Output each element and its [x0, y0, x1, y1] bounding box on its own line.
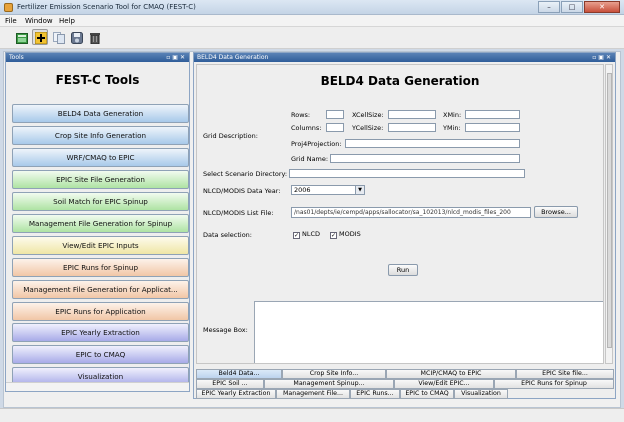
maximize-button[interactable]: □ [561, 1, 583, 13]
data-year-label: NLCD/MODIS Data Year: [203, 187, 281, 195]
add-icon [34, 31, 48, 45]
save-icon [71, 32, 83, 44]
tool-soil-match[interactable]: Soil Match for EPIC Spinup [12, 192, 189, 211]
rows-input[interactable] [326, 110, 344, 119]
beld4-panel-title: BELD4 Data Generation [197, 54, 269, 61]
tool-crop-site-info[interactable]: Crop Site Info Generation [12, 126, 189, 145]
modis-label: MODIS [339, 230, 361, 238]
ycellsize-input[interactable] [388, 123, 436, 132]
status-bar [0, 408, 624, 422]
app-icon [4, 3, 13, 12]
columns-input[interactable] [326, 123, 344, 132]
tool-management-spinup[interactable]: Management File Generation for Spinup [12, 214, 189, 233]
proj4-label: Proj4Projection: [291, 140, 342, 148]
tab-crop-site-info[interactable]: Crop Site Info... [282, 369, 386, 379]
tab-epic-to-cmaq[interactable]: EPIC to CMAQ [400, 389, 454, 399]
panel-controls[interactable]: ▫▣✕ [592, 53, 613, 62]
tab-mcip-cmaq-to-epic[interactable]: MCIP/CMAQ to EPIC [386, 369, 516, 379]
proj4-input[interactable] [345, 139, 520, 148]
tools-horizontal-scrollbar[interactable] [6, 382, 189, 391]
tab-view-edit-epic[interactable]: View/Edit EPIC... [394, 379, 494, 389]
vertical-scrollbar[interactable] [605, 64, 613, 364]
menu-window[interactable]: Window [25, 17, 53, 25]
scenario-directory-input[interactable] [289, 169, 525, 178]
nlcd-checkbox[interactable]: ✓ NLCD [293, 230, 320, 239]
tab-epic-soil[interactable]: EPIC Soil ... [196, 379, 264, 389]
xcellsize-label: XCellSize: [352, 111, 384, 119]
toolbar [0, 27, 624, 49]
grid-name-input[interactable] [330, 154, 520, 163]
ymin-input[interactable] [465, 123, 520, 132]
tab-epic-runs-spinup[interactable]: EPIC Runs for Spinup [494, 379, 614, 389]
tool-epic-site-file[interactable]: EPIC Site File Generation [12, 170, 189, 189]
tool-epic-to-cmaq[interactable]: EPIC to CMAQ [12, 345, 189, 364]
beld4-form: BELD4 Data Generation Grid Description: … [196, 64, 604, 364]
tab-management-file[interactable]: Management File... [276, 389, 350, 399]
menu-file[interactable]: File [5, 17, 17, 25]
xcellsize-input[interactable] [388, 110, 436, 119]
tools-panel-title: Tools [9, 54, 24, 61]
beld4-panel: BELD4 Data Generation ▫▣✕ BELD4 Data Gen… [193, 52, 616, 399]
trash-icon [89, 32, 101, 45]
modis-checkbox[interactable]: ✓ MODIS [330, 230, 361, 239]
beld4-panel-titlebar: BELD4 Data Generation ▫▣✕ [194, 53, 615, 62]
data-year-select[interactable]: 2006 ▼ [291, 185, 365, 195]
tool-epic-yearly-extraction[interactable]: EPIC Yearly Extraction [12, 323, 189, 342]
grid-name-label: Grid Name: [291, 155, 329, 163]
page-title: BELD4 Data Generation [320, 74, 480, 88]
rows-label: Rows: [291, 111, 311, 119]
check-icon: ✓ [330, 232, 337, 239]
scenario-directory-label: Select Scenario Directory: [203, 170, 288, 178]
delete-button[interactable] [86, 29, 102, 45]
tab-management-spinup[interactable]: Management Spinup... [264, 379, 394, 389]
copy-button[interactable] [50, 29, 66, 45]
tool-wrf-cmaq-to-epic[interactable]: WRF/CMAQ to EPIC [12, 148, 189, 167]
xmin-input[interactable] [465, 110, 520, 119]
close-button[interactable]: ✕ [584, 1, 620, 13]
tool-management-application[interactable]: Management File Generation for Applicat.… [12, 280, 189, 299]
add-button[interactable] [32, 29, 48, 45]
minimize-button[interactable]: – [538, 1, 560, 13]
tool-epic-runs-spinup[interactable]: EPIC Runs for Spinup [12, 258, 189, 277]
tab-visualization[interactable]: Visualization [454, 389, 508, 399]
tab-beld4[interactable]: Beld4 Data... [196, 369, 282, 379]
message-box-label: Message Box: [203, 326, 248, 334]
data-year-value: 2006 [294, 186, 311, 194]
tools-heading: FEST-C Tools [55, 73, 140, 87]
tool-view-edit-epic[interactable]: View/Edit EPIC Inputs [12, 236, 189, 255]
message-box[interactable] [254, 301, 603, 363]
save-button[interactable] [68, 29, 84, 45]
list-file-input[interactable]: /nas01/depts/ie/cempd/apps/sallocator/sa… [291, 207, 531, 218]
ycellsize-label: YCellSize: [352, 124, 384, 132]
ymin-label: YMin: [443, 124, 461, 132]
window-title: Fertilizer Emission Scenario Tool for CM… [17, 3, 196, 11]
tools-panel: Tools ▫▣✕ FEST-C Tools BELD4 Data Genera… [5, 52, 190, 392]
menu-bar: File Window Help [0, 15, 624, 27]
new-scenario-icon [16, 32, 28, 44]
data-selection-label: Data selection: [203, 231, 252, 239]
tool-beld4-data-generation[interactable]: BELD4 Data Generation [12, 104, 189, 123]
tab-epic-site-file[interactable]: EPIC Site file... [516, 369, 614, 379]
run-button[interactable]: Run [388, 264, 418, 276]
list-file-label: NLCD/MODIS List File: [203, 209, 274, 217]
columns-label: Columns: [291, 124, 322, 132]
window-titlebar: Fertilizer Emission Scenario Tool for CM… [0, 0, 624, 15]
browse-button[interactable]: Browse... [534, 206, 578, 218]
tool-epic-runs-application[interactable]: EPIC Runs for Application [12, 302, 189, 321]
copy-icon [53, 32, 65, 44]
menu-help[interactable]: Help [59, 17, 75, 25]
scrollbar-thumb[interactable] [607, 73, 612, 348]
nlcd-label: NLCD [302, 230, 321, 238]
tools-panel-titlebar: Tools ▫▣✕ [6, 53, 189, 62]
grid-description-label: Grid Description: [203, 132, 258, 140]
panel-controls[interactable]: ▫▣✕ [166, 53, 187, 62]
check-icon: ✓ [293, 232, 300, 239]
xmin-label: XMin: [443, 111, 462, 119]
tab-epic-runs[interactable]: EPIC Runs... [350, 389, 400, 399]
chevron-down-icon[interactable]: ▼ [355, 186, 364, 194]
tab-epic-yearly-extraction[interactable]: EPIC Yearly Extraction [196, 389, 276, 399]
new-scenario-button[interactable] [13, 29, 29, 45]
